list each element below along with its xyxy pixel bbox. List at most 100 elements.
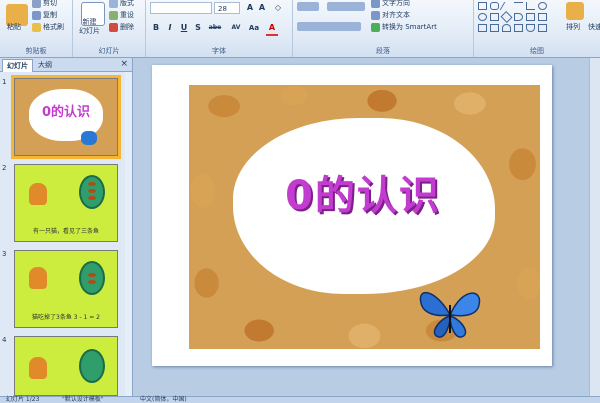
paste-label: 粘贴: [7, 23, 21, 31]
plate-icon: [79, 349, 105, 383]
fish-icon: [88, 273, 96, 277]
indent-button[interactable]: [327, 2, 365, 11]
thumbnail-title: 0的认识: [41, 105, 91, 120]
bullets-button[interactable]: [297, 2, 319, 11]
arrange-icon[interactable]: [566, 2, 584, 20]
arrange-button[interactable]: 排列: [566, 22, 580, 32]
reset-label: 重设: [120, 11, 134, 19]
bold-label: B: [152, 23, 160, 32]
star-shape-icon[interactable]: [538, 24, 547, 32]
arrange-label: 排列: [566, 23, 580, 31]
quick-styles-label: 快速: [588, 23, 600, 31]
thumbnail-caption: 猫吃掉了3条鱼 3 - 1 = 2: [32, 314, 100, 321]
reset-icon: [109, 10, 118, 20]
slide-title[interactable]: 0的认识: [237, 163, 489, 221]
oval-shape-icon[interactable]: [538, 2, 547, 10]
clipboard-group: 粘贴 剪切 复制 格式刷 剪贴板: [0, 0, 73, 57]
list-icon: [297, 2, 319, 11]
diamond-shape-icon[interactable]: [500, 10, 513, 24]
underline-label: U: [180, 23, 188, 32]
bold-button[interactable]: B: [150, 22, 162, 34]
cat-icon: [29, 357, 47, 379]
slide-number: 4: [2, 336, 7, 344]
align-buttons[interactable]: [297, 22, 361, 31]
slide-number: 1: [2, 78, 7, 86]
triangle-shape-icon[interactable]: [478, 24, 487, 32]
thumbnail[interactable]: 猫吃掉了3条鱼 3 - 1 = 2: [14, 250, 118, 328]
wave-shape-icon[interactable]: [526, 24, 535, 32]
change-case-button[interactable]: Aa: [246, 22, 262, 34]
reset-button[interactable]: 重设: [109, 10, 134, 20]
shrink-font-button[interactable]: A: [256, 2, 268, 14]
line-shape-icon[interactable]: [499, 2, 514, 10]
smartart-label: 转换为 SmartArt: [382, 23, 437, 31]
paragraph-group-label: 段落: [376, 47, 390, 55]
ribbon: 粘贴 剪切 复制 格式刷 剪贴板 新建 幻灯片 版式 重设 删除 幻灯片 28 …: [0, 0, 600, 58]
indent-icon: [327, 2, 365, 11]
smartart-button[interactable]: 转换为 SmartArt: [371, 22, 437, 32]
arc-shape-icon[interactable]: [514, 13, 523, 21]
drawing-group-label: 绘图: [530, 47, 544, 55]
drawing-group: 排列 快速 绘图: [474, 0, 600, 57]
copy-button[interactable]: 复制: [32, 10, 57, 20]
plate-icon: [79, 261, 105, 295]
layout-button[interactable]: 版式: [109, 0, 134, 8]
delete-button[interactable]: 删除: [109, 22, 134, 32]
grow-font-button[interactable]: A: [244, 2, 256, 14]
font-color-label: A: [268, 23, 276, 32]
cut-button[interactable]: 剪切: [32, 0, 57, 8]
font-size-field[interactable]: 28: [214, 2, 240, 14]
align-icons: [297, 22, 361, 31]
shadow-label: S: [195, 23, 201, 32]
fish-icon: [88, 280, 96, 284]
clear-format-button[interactable]: ◇: [272, 2, 284, 14]
hexagon-shape-icon[interactable]: [538, 13, 547, 21]
text-direction-button[interactable]: 文字方向: [371, 0, 410, 8]
new-slide-label: 新建 幻灯片: [79, 18, 100, 35]
shadow-button[interactable]: S: [192, 22, 204, 34]
slide-editor: 0的认识: [133, 58, 600, 396]
connector-shape-icon[interactable]: [526, 2, 535, 10]
font-color-button[interactable]: A: [266, 22, 278, 36]
format-painter-button[interactable]: 格式刷: [32, 22, 64, 32]
square-shape-icon[interactable]: [490, 13, 499, 21]
tab-outline[interactable]: 大纲: [34, 59, 56, 71]
close-pane-icon[interactable]: ×: [120, 58, 128, 71]
pane-tabs: 幻灯片 大纲 ×: [0, 58, 132, 72]
slide-canvas[interactable]: 0的认识: [152, 65, 552, 366]
pentagon-shape-icon[interactable]: [526, 13, 535, 21]
strikethrough-button[interactable]: abe: [206, 22, 224, 34]
font-name-field[interactable]: [150, 2, 212, 14]
quick-styles-button[interactable]: 快速: [588, 22, 600, 32]
delete-icon: [109, 22, 118, 32]
thumbnail-scrollbar[interactable]: [125, 72, 132, 396]
curve-shape-icon[interactable]: [502, 24, 511, 32]
slides-group: 新建 幻灯片 版式 重设 删除 幻灯片: [73, 0, 146, 57]
char-spacing-label: AV: [231, 24, 241, 31]
brush-icon: [32, 22, 41, 32]
cat-icon: [29, 267, 47, 289]
cut-label: 剪切: [43, 0, 57, 7]
arrow-shape-icon[interactable]: [514, 2, 523, 10]
clipboard-group-label: 剪贴板: [25, 47, 47, 55]
circle-shape-icon[interactable]: [478, 13, 487, 21]
thumbnail[interactable]: [14, 336, 118, 396]
paste-button[interactable]: 粘贴: [7, 22, 21, 32]
italic-button[interactable]: I: [164, 22, 176, 34]
thumbnail[interactable]: 有一只猫，看见了三条鱼: [14, 164, 118, 242]
font-group-label: 字体: [212, 47, 226, 55]
cat-icon: [29, 183, 47, 205]
rect-shape-icon[interactable]: [478, 2, 487, 10]
brace-shape-icon[interactable]: [514, 24, 523, 32]
new-slide-button[interactable]: 新建 幻灯片: [79, 18, 100, 36]
underline-button[interactable]: U: [178, 22, 190, 34]
char-spacing-button[interactable]: AV: [228, 22, 244, 34]
rounded-rect-shape-icon[interactable]: [490, 2, 499, 10]
align-text-button[interactable]: 对齐文本: [371, 10, 410, 20]
editor-scrollbar[interactable]: [589, 58, 600, 396]
thumbnail[interactable]: 0的认识: [11, 75, 121, 159]
fish-icon: [88, 182, 96, 186]
callout-shape-icon[interactable]: [490, 24, 499, 32]
fish-icon: [88, 196, 96, 200]
tab-slides[interactable]: 幻灯片: [2, 59, 33, 72]
